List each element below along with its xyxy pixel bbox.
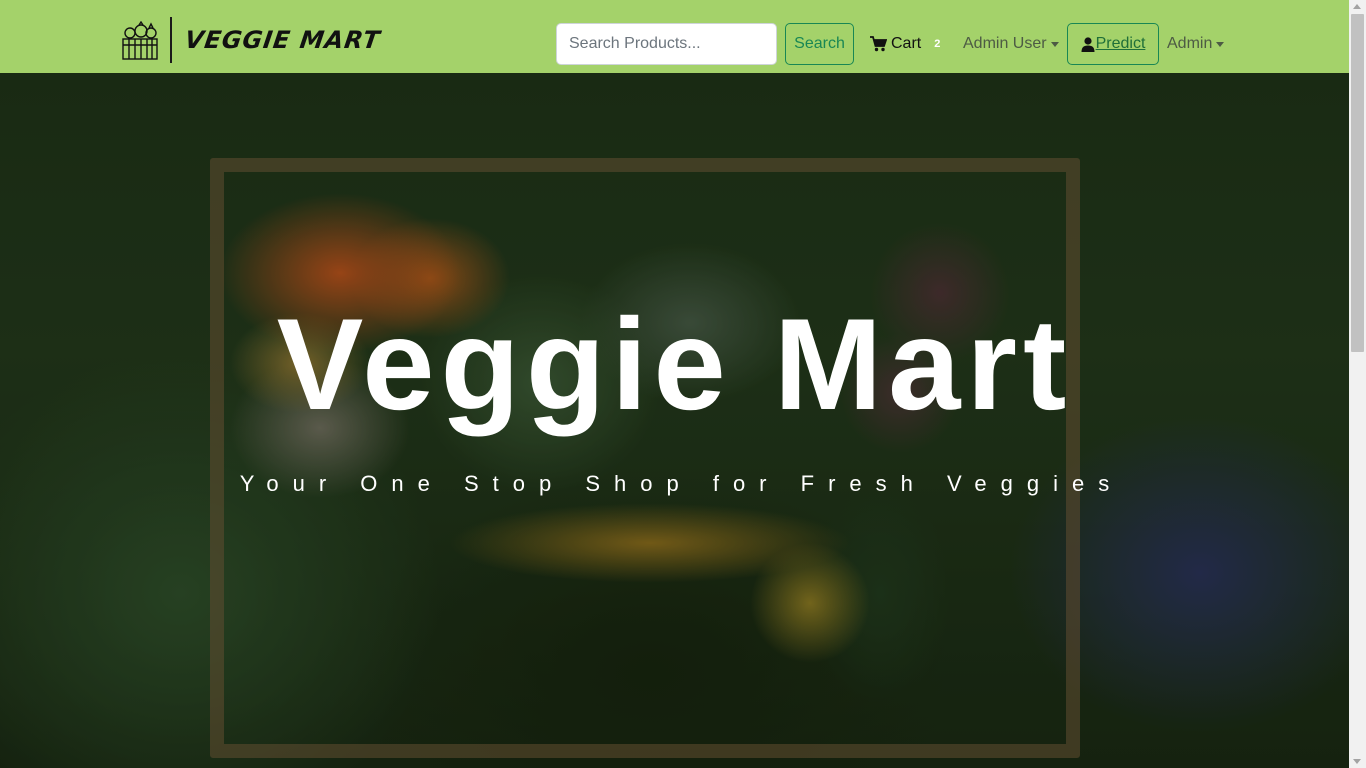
predict-label: Predict: [1095, 35, 1146, 52]
hero-subtitle: Your One Stop Shop for Fresh Veggies: [239, 471, 1124, 496]
hero-title: Veggie Mart: [276, 291, 1073, 437]
chevron-down-icon: [1216, 41, 1225, 47]
top-navbar: VEGGIE MART Search Cart 2 Admin User Pre…: [0, 0, 1349, 73]
search-button[interactable]: Search: [785, 23, 854, 65]
brand-name[interactable]: VEGGIE MART: [183, 26, 382, 54]
cart-label: Cart: [891, 35, 922, 52]
admin-menu-dropdown[interactable]: Admin: [1167, 33, 1225, 55]
cart-icon: [870, 36, 887, 52]
scroll-down-icon[interactable]: [1353, 759, 1361, 764]
brand-link[interactable]: VEGGIE MART: [121, 17, 382, 63]
scrollbar-thumb[interactable]: [1351, 14, 1364, 352]
predict-button[interactable]: Predict: [1067, 23, 1159, 65]
scroll-up-icon[interactable]: [1353, 4, 1361, 9]
brand-divider: [170, 17, 172, 63]
cart-count-badge: 2: [934, 38, 941, 50]
hero-banner: Veggie Mart Your One Stop Shop for Fresh…: [0, 73, 1349, 768]
search-input[interactable]: [556, 23, 777, 65]
vegetable-basket-icon: [122, 21, 158, 60]
page-scrollbar[interactable]: [1349, 0, 1366, 768]
user-icon: [1081, 36, 1095, 52]
admin-menu-label: Admin: [1167, 35, 1213, 52]
user-menu-dropdown[interactable]: Admin User: [963, 33, 1059, 55]
cart-link[interactable]: Cart 2: [870, 33, 940, 55]
chevron-down-icon: [1050, 41, 1059, 47]
user-menu-label: Admin User: [963, 35, 1047, 52]
